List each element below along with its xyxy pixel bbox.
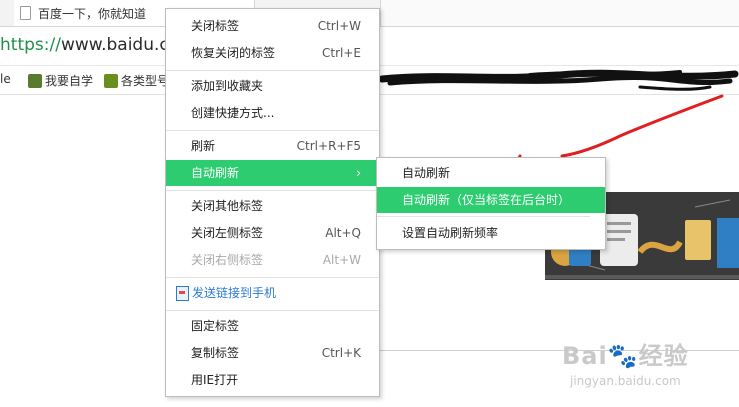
menu-item-shortcut: Alt+W — [322, 253, 361, 267]
menu-item-label: 设置自动刷新频率 — [402, 226, 499, 240]
url-scheme: https:// — [0, 35, 61, 55]
checkmark-icon — [28, 74, 42, 88]
site-icon — [104, 74, 118, 88]
menu-item-shortcut: Ctrl+R+F5 — [296, 139, 361, 153]
tab-context-menu: 关闭标签 Ctrl+W 恢复关闭的标签 Ctrl+E 添加到收藏夹 创建快捷方式… — [165, 8, 380, 397]
menu-item-reopen-closed-tab[interactable]: 恢复关闭的标签 Ctrl+E — [166, 40, 379, 66]
watermark-brand-text2: 经验 — [638, 342, 689, 370]
menu-item-label: 自动刷新（仅当标签在后台时） — [402, 193, 571, 207]
menu-item-close-right-tabs: 关闭右侧标签 Alt+W — [166, 247, 379, 273]
menu-item-label: 关闭右侧标签 — [191, 253, 264, 267]
menu-item-duplicate-tab[interactable]: 复制标签 Ctrl+K — [166, 340, 379, 366]
submenu-item-set-frequency[interactable]: 设置自动刷新频率 — [377, 220, 605, 246]
menu-item-shortcut: Ctrl+W — [317, 19, 361, 33]
page-icon — [20, 6, 31, 20]
submenu-item-auto-refresh-background[interactable]: 自动刷新（仅当标签在后台时） — [377, 187, 605, 213]
menu-item-label: 添加到收藏夹 — [191, 79, 264, 93]
bookmark-label: 各类型号 — [121, 74, 170, 88]
watermark-brand-text: Bai — [562, 342, 608, 370]
submenu-item-auto-refresh[interactable]: 自动刷新 — [377, 160, 605, 186]
menu-item-pin-tab[interactable]: 固定标签 — [166, 313, 379, 339]
menu-separator — [166, 277, 379, 278]
chevron-right-icon: › — [356, 166, 361, 180]
menu-item-shortcut: Ctrl+E — [322, 46, 361, 60]
menu-item-add-favorite[interactable]: 添加到收藏夹 — [166, 73, 379, 99]
phone-send-icon — [176, 286, 189, 301]
menu-item-label: 自动刷新 — [402, 166, 451, 180]
menu-item-label: 创建快捷方式... — [191, 106, 275, 120]
bookmark-label: 我要自学 — [45, 74, 94, 88]
menu-item-label: 恢复关闭的标签 — [191, 46, 276, 60]
menu-item-refresh[interactable]: 刷新 Ctrl+R+F5 — [166, 133, 379, 159]
menu-item-create-shortcut[interactable]: 创建快捷方式... — [166, 100, 379, 126]
bookmark-item[interactable]: 我要自学 — [28, 72, 93, 88]
menu-separator — [166, 130, 379, 131]
menu-item-label: 复制标签 — [191, 346, 240, 360]
tab-title: 百度一下，你就知道 — [38, 7, 147, 21]
menu-item-shortcut: Ctrl+K — [321, 346, 361, 360]
bookmark-label: le — [0, 72, 11, 86]
menu-item-close-left-tabs[interactable]: 关闭左侧标签 Alt+Q — [166, 220, 379, 246]
menu-separator — [166, 190, 379, 191]
menu-separator — [166, 70, 379, 71]
menu-item-label: 关闭其他标签 — [191, 199, 264, 213]
menu-separator — [166, 310, 379, 311]
watermark: Bai🐾经验 jingyan.baidu.com — [562, 336, 732, 398]
menu-item-shortcut: Alt+Q — [325, 226, 361, 240]
menu-item-send-to-phone[interactable]: 发送链接到手机 — [166, 280, 379, 306]
menu-item-auto-refresh[interactable]: 自动刷新 › — [166, 160, 379, 186]
menu-item-label: 发送链接到手机 — [192, 286, 277, 300]
watermark-brand: Bai🐾经验 — [562, 336, 689, 371]
menu-item-label: 关闭左侧标签 — [191, 226, 264, 240]
watermark-site: jingyan.baidu.com — [570, 374, 681, 388]
menu-item-label: 关闭标签 — [191, 19, 240, 33]
auto-refresh-submenu: 自动刷新 自动刷新（仅当标签在后台时） 设置自动刷新频率 — [376, 157, 606, 250]
menu-item-label: 固定标签 — [191, 319, 240, 333]
bookmark-item[interactable]: 各类型号 — [104, 72, 169, 88]
menu-separator — [377, 216, 590, 217]
menu-item-label: 刷新 — [191, 139, 216, 153]
paw-icon: 🐾 — [607, 342, 639, 370]
menu-item-close-tab[interactable]: 关闭标签 Ctrl+W — [166, 13, 379, 39]
menu-item-label: 自动刷新 — [191, 166, 240, 180]
menu-item-close-other-tabs[interactable]: 关闭其他标签 — [166, 193, 379, 219]
tab-blank[interactable] — [380, 0, 739, 26]
menu-item-open-in-ie[interactable]: 用IE打开 — [166, 367, 379, 393]
menu-item-label: 用IE打开 — [191, 373, 239, 387]
bookmark-item[interactable]: le — [0, 72, 11, 88]
